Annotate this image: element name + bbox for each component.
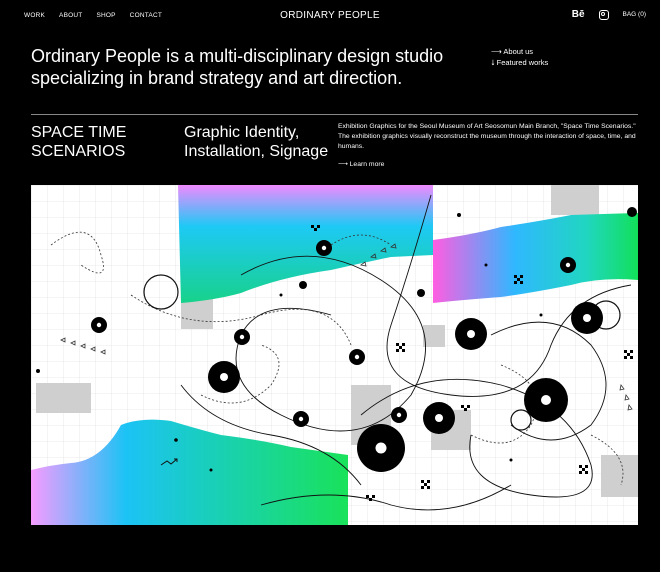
side-links: ⟶ About us ⭣ Featured works bbox=[491, 46, 548, 68]
behance-icon[interactable]: Bē bbox=[572, 9, 585, 20]
brand-logo[interactable]: ORDINARY PEOPLE bbox=[0, 10, 660, 21]
hero-artwork bbox=[31, 185, 638, 525]
divider bbox=[31, 114, 638, 115]
learn-more-link[interactable]: ⟶ Learn more bbox=[338, 160, 384, 168]
bag-link[interactable]: BAG (0) bbox=[623, 11, 646, 18]
featured-works-link[interactable]: ⭣ Featured works bbox=[491, 57, 548, 68]
project-category: Graphic Identity, Installation, Signage bbox=[184, 124, 329, 160]
project-description: Exhibition Graphics for the Seoul Museum… bbox=[338, 123, 636, 150]
intro-text: Ordinary People is a multi-disciplinary … bbox=[31, 46, 444, 88]
instagram-icon[interactable] bbox=[598, 9, 609, 20]
project-hero-image[interactable] bbox=[31, 185, 638, 525]
header-right: Bē BAG (0) bbox=[572, 9, 646, 20]
project-title[interactable]: SPACE TIME SCENARIOS bbox=[31, 123, 171, 161]
about-us-link[interactable]: ⟶ About us bbox=[491, 46, 548, 57]
